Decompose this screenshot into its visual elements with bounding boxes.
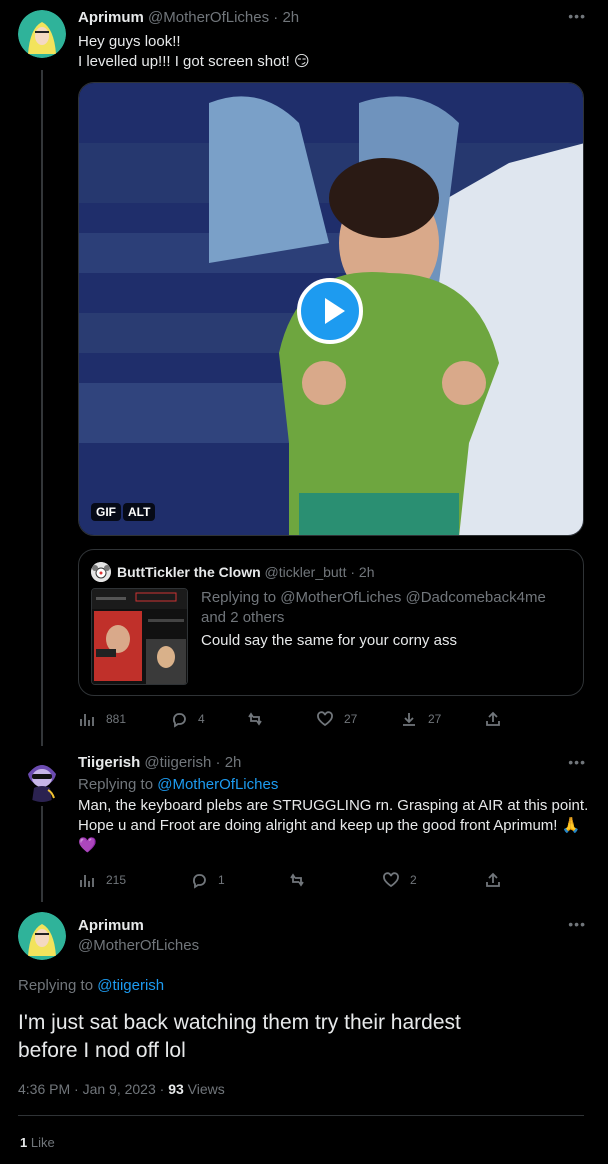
play-button[interactable] (297, 278, 363, 344)
tweet-text-line: 💜 (78, 837, 97, 854)
like-icon (383, 872, 399, 888)
separator: · (350, 564, 356, 580)
reply-prefix: Replying to (18, 977, 98, 994)
quote-avatar[interactable] (91, 562, 111, 582)
tweet-text-line: Man, the keyboard plebs are STRUGGLING r… (78, 797, 589, 814)
quote-reply-info: Replying to @MotherOfLiches @Dadcomeback… (201, 588, 546, 628)
quote-handle[interactable]: @tickler_butt (265, 564, 347, 580)
quote-display-name[interactable]: ButtTickler the Clown (117, 564, 261, 580)
avatar[interactable] (18, 10, 66, 58)
views-button[interactable]: 215 (78, 871, 126, 889)
more-icon[interactable]: ••• (568, 8, 586, 24)
display-name[interactable]: Tiigerish (78, 754, 140, 771)
like-button[interactable]: 2 (382, 871, 417, 889)
share-icon (486, 872, 500, 887)
views-button[interactable]: 881 (78, 710, 126, 728)
views-count: 93 (168, 1081, 184, 1097)
reply-target-link[interactable]: @tiigerish (97, 977, 164, 994)
avatar[interactable] (18, 754, 66, 802)
main-header: Aprimum @MotherOfLiches (78, 916, 199, 956)
quote-reply-targets[interactable]: @MotherOfLiches @Dadcomeback4me (280, 589, 546, 606)
like-count: 2 (410, 873, 417, 887)
views-count: 215 (106, 873, 127, 887)
tweet-text-line: Hey guys look!! (78, 33, 181, 50)
quote-thumbnail[interactable] (91, 588, 188, 685)
gif-media[interactable]: GIF ALT (78, 82, 584, 536)
separator: · (215, 754, 221, 771)
views-count: 881 (106, 712, 127, 726)
views-label: Views (183, 1081, 225, 1097)
tweet-text-line: I levelled up!!! I got screen shot! 😏 (78, 53, 310, 70)
gif-badge: GIF (91, 503, 121, 521)
handle[interactable]: @MotherOfLiches (148, 9, 269, 26)
main-tweet-text: I'm just sat back watching them try thei… (18, 1009, 461, 1065)
share-icon (486, 711, 500, 726)
timestamp[interactable]: 2h (282, 9, 299, 26)
quote-reply-others[interactable]: and 2 others (201, 608, 546, 628)
retweet-icon (248, 712, 262, 726)
handle[interactable]: @tiigerish (144, 754, 211, 771)
tweet-text-line: I'm just sat back watching them try thei… (18, 1011, 461, 1034)
tweet-header: Tiigerish @tiigerish · 2h (78, 754, 241, 771)
retweet-icon (290, 873, 304, 887)
handle[interactable]: @MotherOfLiches (78, 936, 199, 956)
share-button[interactable] (484, 710, 502, 728)
reply-icon (173, 713, 186, 728)
reply-context: Replying to @tiigerish (18, 976, 164, 996)
quote-tweet[interactable]: ButtTickler the Clown @tickler_butt · 2h… (78, 549, 584, 696)
tweet-text-line: Hope u and Froot are doing alright and k… (78, 817, 581, 834)
thread-line (41, 70, 43, 746)
retweet-button[interactable] (246, 710, 274, 728)
download-button[interactable]: 27 (400, 710, 441, 728)
reply-button[interactable]: 4 (170, 710, 205, 728)
quote-header: ButtTickler the Clown @tickler_butt · 2h (117, 564, 375, 580)
views-icon (80, 875, 94, 887)
tweet-datetime[interactable]: 4:36 PM · Jan 9, 2023 · (18, 1081, 168, 1097)
tweet-text: Hey guys look!! I levelled up!!! I got s… (78, 32, 310, 72)
reply-button[interactable]: 1 (190, 871, 225, 889)
like-count: 27 (344, 712, 358, 726)
reply-count: 1 (218, 873, 225, 887)
quote-text: Could say the same for your corny ass (201, 632, 457, 649)
separator: · (273, 9, 279, 26)
thread-line (41, 806, 43, 902)
quote-reply-line: Replying to @MotherOfLiches @Dadcomeback… (201, 588, 546, 608)
like-button[interactable]: 27 (316, 710, 357, 728)
quote-time[interactable]: 2h (359, 564, 375, 580)
likes-summary[interactable]: 1 Like (20, 1135, 55, 1150)
download-count: 27 (428, 712, 442, 726)
reply-icon (193, 874, 206, 889)
tweet-meta: 4:36 PM · Jan 9, 2023 · 93 Views (18, 1081, 225, 1097)
tweet-text: Man, the keyboard plebs are STRUGGLING r… (78, 796, 588, 856)
divider (18, 1115, 584, 1116)
tweet-text-line: before I nod off lol (18, 1039, 186, 1062)
more-icon[interactable]: ••• (568, 754, 586, 770)
tweet-header: Aprimum @MotherOfLiches · 2h (78, 9, 299, 26)
quote-reply-prefix: Replying to (201, 589, 281, 606)
share-button[interactable] (484, 871, 502, 889)
download-icon (403, 713, 415, 726)
timestamp[interactable]: 2h (225, 754, 242, 771)
reply-context: Replying to @MotherOfLiches (78, 775, 278, 795)
display-name[interactable]: Aprimum (78, 9, 144, 26)
reply-count: 4 (198, 712, 205, 726)
display-name[interactable]: Aprimum (78, 916, 199, 936)
alt-badge[interactable]: ALT (123, 503, 156, 521)
more-icon[interactable]: ••• (568, 916, 586, 932)
views-icon (80, 714, 94, 726)
avatar[interactable] (18, 912, 66, 960)
tweet-1-actions: 881 4 27 27 (78, 710, 584, 730)
tweet-2-actions: 215 1 2 (78, 871, 584, 891)
reply-prefix: Replying to (78, 776, 158, 793)
like-icon (317, 711, 333, 727)
reply-target-link[interactable]: @MotherOfLiches (157, 776, 278, 793)
retweet-button[interactable] (288, 871, 316, 889)
likes-label: Like (27, 1135, 55, 1150)
